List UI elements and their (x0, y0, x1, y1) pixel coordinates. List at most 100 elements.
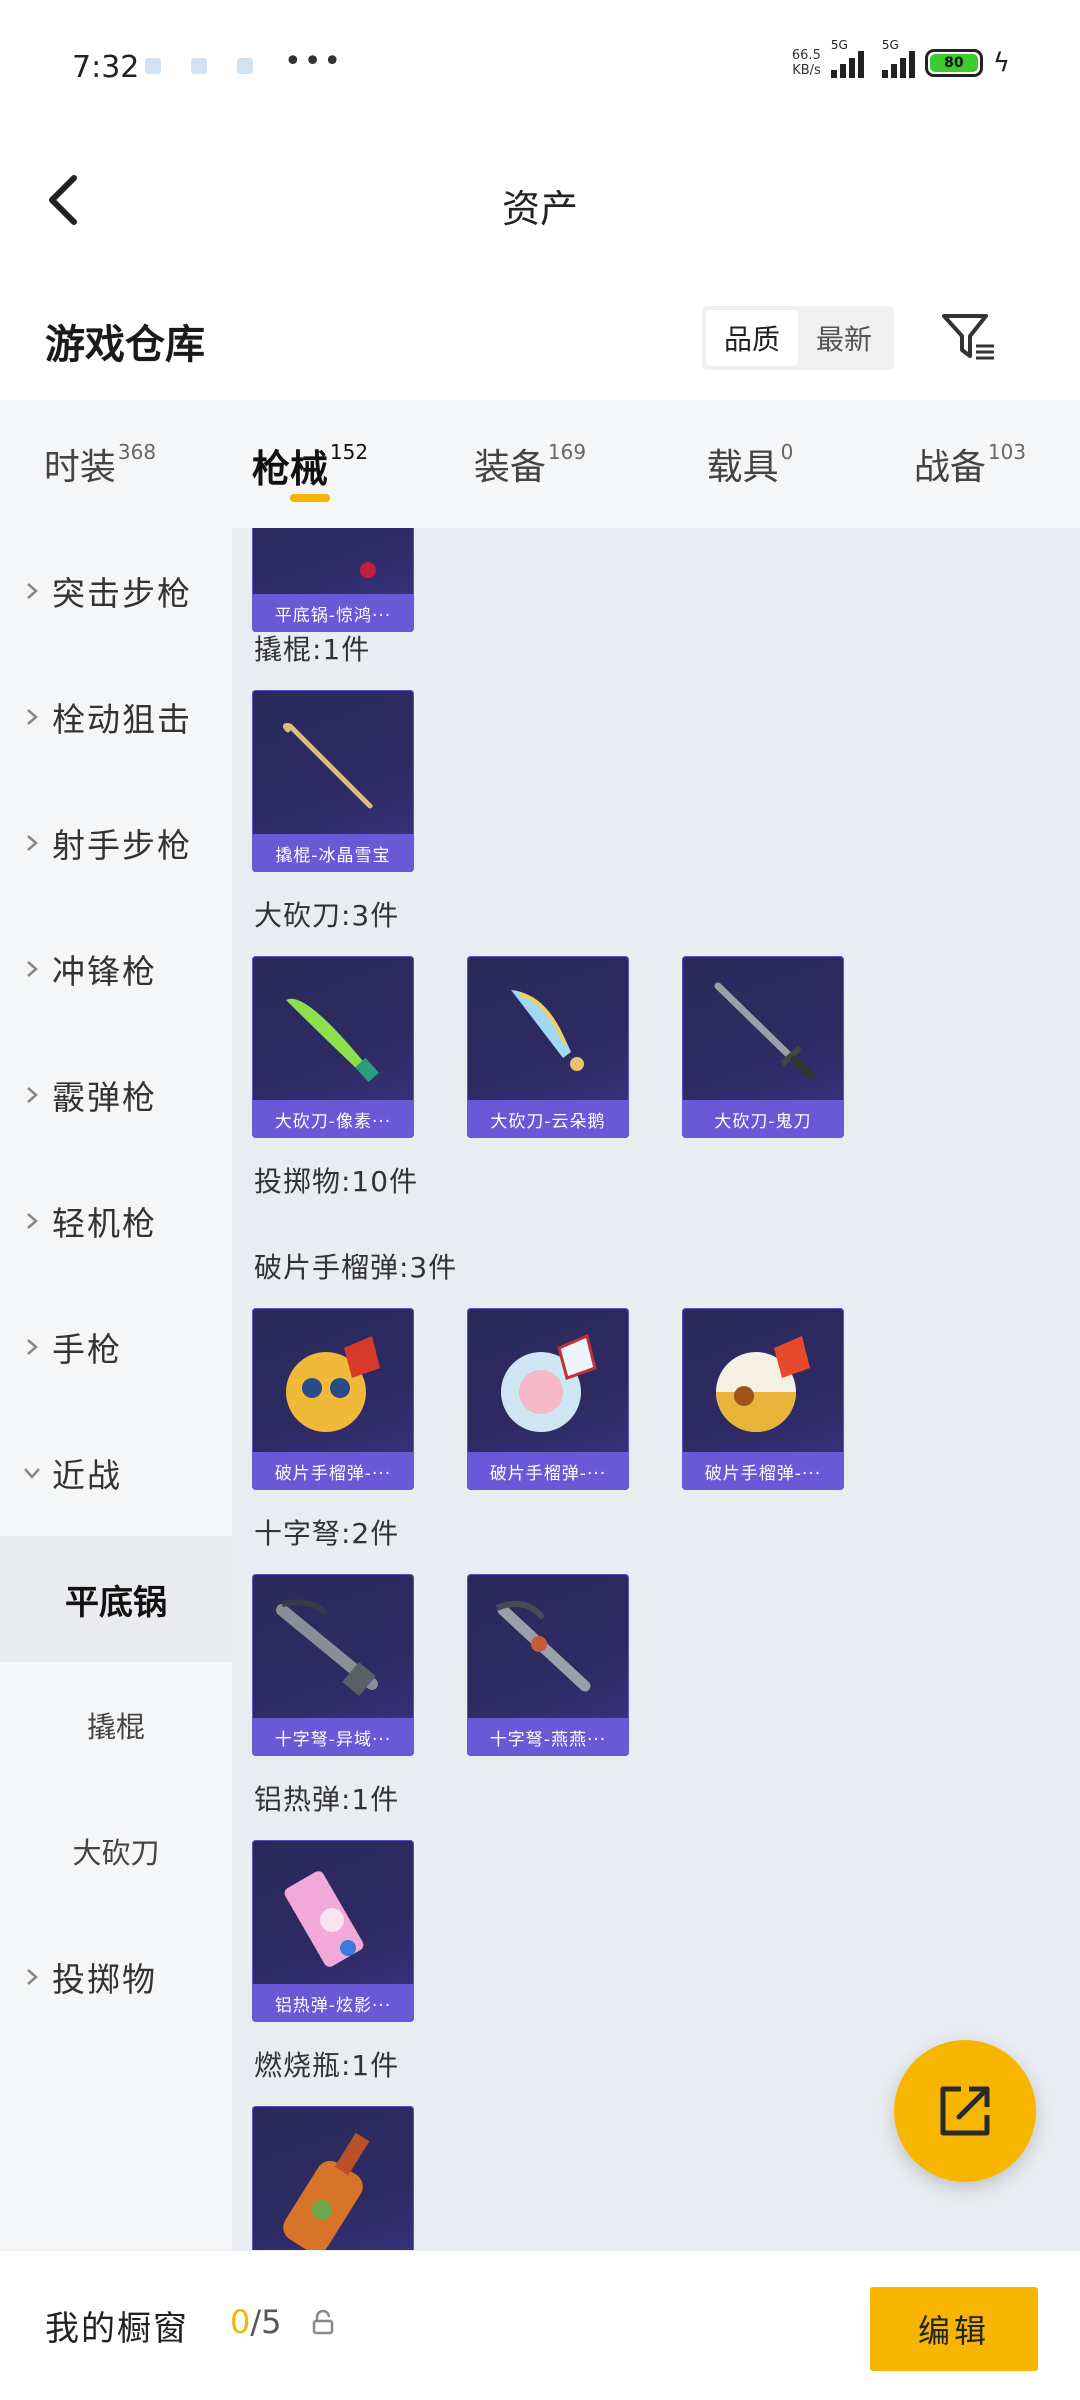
item-card[interactable]: 平底锅-惊鸿··· (252, 528, 414, 632)
signal-icon: 5G (830, 38, 864, 78)
notification-icons (145, 58, 253, 74)
item-card[interactable]: 撬棍-冰晶雪宝 (252, 690, 414, 872)
thermite-grenade-icon (284, 1871, 364, 1967)
machete-icon (714, 982, 816, 1080)
tab-count: 169 (547, 440, 587, 464)
crowbar-icon (282, 723, 373, 809)
status-time: 7:32 (72, 50, 140, 85)
chevron-right-icon (27, 961, 38, 977)
item-card[interactable]: 十字弩-异域··· (252, 1574, 414, 1756)
active-tab-indicator (290, 494, 330, 502)
sidebar-item-throwables[interactable]: 投掷物 (0, 1914, 232, 2040)
sidebar: 突击步枪 栓动狙击 射手步枪 冲锋枪 霰弹枪 轻机枪 手枪 近战 平底锅 撬棍 … (0, 528, 232, 2250)
tab-firearms[interactable]: 枪械 152 (200, 400, 420, 528)
sidebar-subitem-crowbar[interactable]: 撬棍 (0, 1662, 232, 1788)
item-card-label: 撬棍-冰晶雪宝 (252, 834, 414, 872)
item-card[interactable]: 破片手榴弹-··· (682, 1308, 844, 1490)
item-card[interactable]: 大砍刀-像素··· (252, 956, 414, 1138)
page-title: 资产 (501, 187, 578, 231)
item-card[interactable]: 大砍刀-云朵鹅 (467, 956, 629, 1138)
sidebar-item-pistol[interactable]: 手枪 (0, 1284, 232, 1410)
item-card-label: 大砍刀-云朵鹅 (467, 1100, 629, 1138)
tab-combat-gear[interactable]: 战备 103 (860, 400, 1080, 528)
frying-pan-icon (360, 562, 376, 578)
battery-icon: 80 (924, 49, 983, 77)
battery-level: 80 (929, 54, 978, 72)
title-bar: 资产 (0, 130, 1080, 270)
sort-newest-button[interactable]: 最新 (798, 310, 890, 366)
sidebar-subitem-frying-pan[interactable]: 平底锅 (0, 1536, 232, 1662)
item-card[interactable]: 十字弩-燕燕··· (467, 1574, 629, 1756)
net-speed: 66.5 KB/s (792, 48, 821, 78)
group-label: 铝热弹:1件 (254, 1783, 400, 1816)
molotov-icon (283, 2132, 370, 2250)
chevron-right-icon (27, 1969, 38, 1985)
showcase-count: 0/5 (230, 2303, 282, 2341)
tab-count: 368 (117, 440, 157, 464)
grenade-icon (501, 1333, 597, 1432)
item-card-label: 大砍刀-像素··· (252, 1100, 414, 1138)
category-tabs: 时装 368 枪械 152 装备 169 载具 0 战备 103 (0, 400, 1080, 528)
sidebar-item-label: 手枪 (52, 1330, 122, 1369)
sort-quality-button[interactable]: 品质 (706, 310, 798, 366)
machete-icon (286, 998, 379, 1083)
share-button[interactable] (894, 2040, 1036, 2182)
network-type: 5G (881, 38, 899, 52)
group-label: 投掷物:10件 (254, 1165, 419, 1198)
item-card[interactable]: 破片手榴弹-··· (252, 1308, 414, 1490)
item-card-label: 破片手榴弹-··· (682, 1452, 844, 1490)
sidebar-item-melee[interactable]: 近战 (0, 1410, 232, 1536)
item-card[interactable] (252, 2106, 414, 2250)
share-icon (940, 2086, 990, 2136)
tab-label: 装备 (473, 447, 546, 488)
chevron-right-icon (27, 709, 38, 725)
sidebar-item-bolt-sniper[interactable]: 栓动狙击 (0, 654, 232, 780)
grenade-icon (286, 1336, 380, 1432)
more-notifications-icon: ••• (284, 44, 344, 79)
sidebar-item-marksman-rifle[interactable]: 射手步枪 (0, 780, 232, 906)
item-card-label: 大砍刀-鬼刀 (682, 1100, 844, 1138)
item-card[interactable]: 大砍刀-鬼刀 (682, 956, 844, 1138)
sidebar-subitem-machete[interactable]: 大砍刀 (0, 1788, 232, 1914)
tab-label: 战备 (913, 447, 986, 488)
tab-label: 时装 (43, 447, 116, 488)
sidebar-item-label: 栓动狙击 (52, 700, 192, 739)
sidebar-item-assault-rifle[interactable]: 突击步枪 (0, 528, 232, 654)
filter-icon[interactable] (940, 310, 996, 366)
network-type: 5G (830, 38, 848, 52)
notification-icon (237, 58, 253, 74)
group-label: 十字弩:2件 (254, 1517, 400, 1550)
item-grid: 平底锅-惊鸿··· 撬棍:1件 撬棍-冰晶雪宝 大砍刀:3件 大砍刀-像素···… (232, 528, 1080, 2250)
sidebar-item-smg[interactable]: 冲锋枪 (0, 906, 232, 1032)
tab-vehicles[interactable]: 载具 0 (640, 400, 860, 528)
net-speed-unit: KB/s (792, 63, 821, 78)
notification-icon (145, 58, 161, 74)
tab-label: 枪械 (251, 447, 328, 491)
tab-count: 0 (780, 440, 794, 464)
net-speed-value: 66.5 (791, 48, 821, 63)
sidebar-item-label: 突击步枪 (52, 574, 192, 613)
item-card-label: 平底锅-惊鸿··· (252, 594, 414, 632)
tab-count: 103 (987, 440, 1027, 464)
status-bar: 7:32 ••• 66.5 KB/s 5G 5G 80 ϟ (0, 0, 1080, 130)
chevron-right-icon (27, 1087, 38, 1103)
grenade-icon (716, 1336, 810, 1432)
item-card-label: 破片手榴弹-··· (252, 1452, 414, 1490)
sidebar-item-label: 近战 (52, 1456, 122, 1495)
group-label: 破片手榴弹:3件 (254, 1251, 458, 1284)
item-card-label: 铝热弹-炫影··· (252, 1984, 414, 2022)
group-label: 燃烧瓶:1件 (254, 2049, 400, 2082)
chevron-right-icon (27, 1339, 38, 1355)
item-card-label: 十字弩-异域··· (252, 1718, 414, 1756)
item-card[interactable]: 铝热弹-炫影··· (252, 1840, 414, 2022)
tab-fashion[interactable]: 时装 368 (0, 400, 200, 528)
status-indicators: 66.5 KB/s 5G 5G 80 ϟ (792, 38, 1010, 78)
sidebar-item-shotgun[interactable]: 霰弹枪 (0, 1032, 232, 1158)
chevron-right-icon (27, 1213, 38, 1229)
sidebar-item-label: 投掷物 (52, 1960, 157, 1999)
machete-icon (511, 990, 584, 1071)
tab-equipment[interactable]: 装备 169 (420, 400, 640, 528)
edit-button[interactable]: 编辑 (870, 2287, 1038, 2371)
sidebar-item-lmg[interactable]: 轻机枪 (0, 1158, 232, 1284)
item-card[interactable]: 破片手榴弹-··· (467, 1308, 629, 1490)
